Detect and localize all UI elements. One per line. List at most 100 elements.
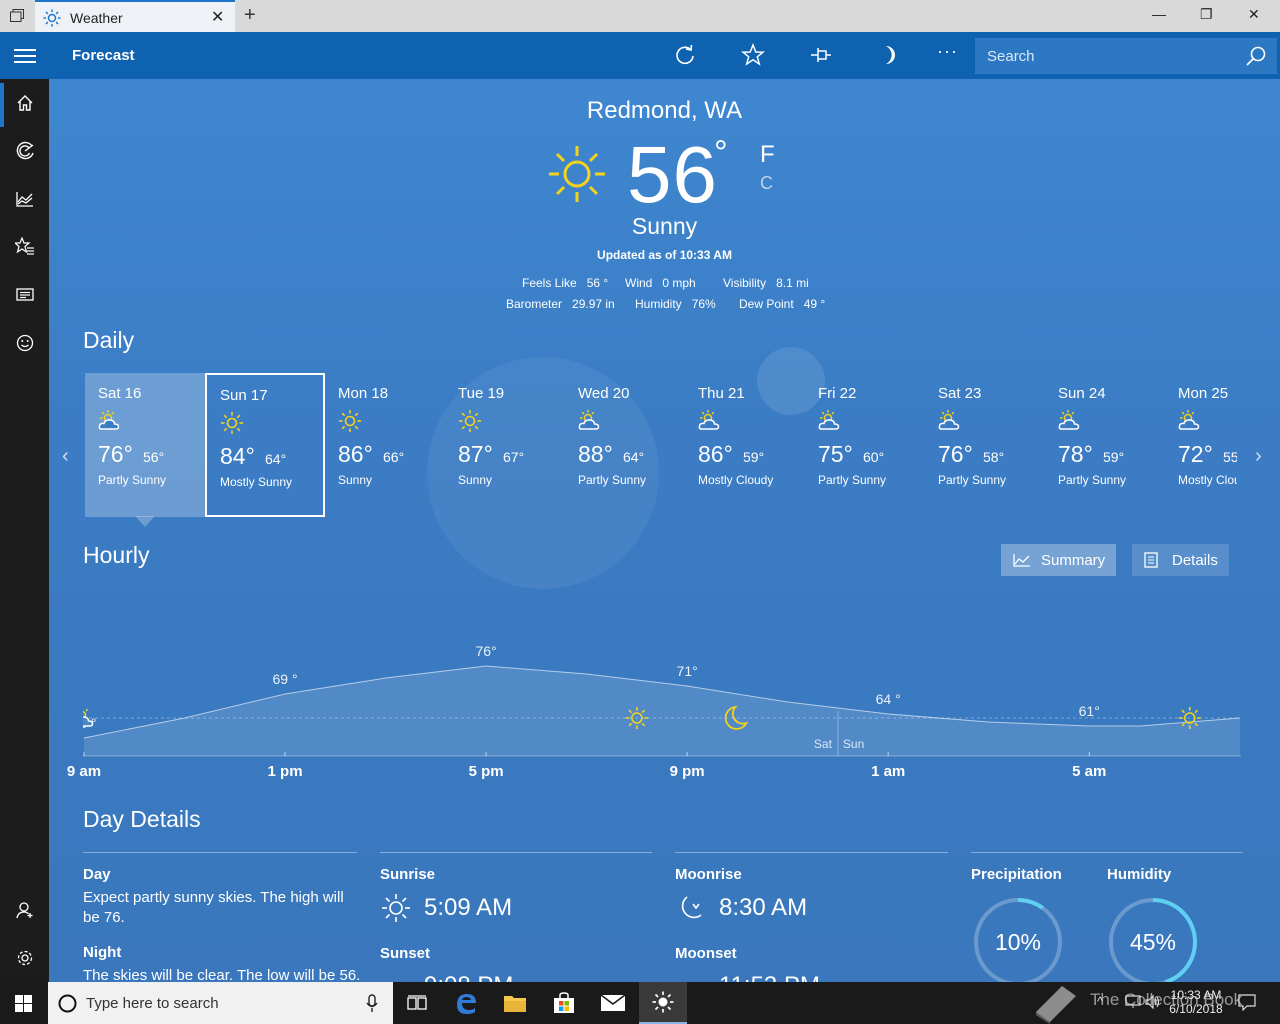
dark-mode-moon-icon[interactable] — [877, 43, 901, 67]
stat-value: 8.1 mi — [776, 276, 809, 290]
sunny-icon — [221, 412, 243, 434]
temperature-area — [84, 666, 1240, 756]
day-divider-left-label: Sat — [814, 737, 833, 751]
edge-app-button[interactable] — [442, 982, 490, 1024]
night-heading: Night — [83, 944, 122, 961]
partly-sunny-icon — [98, 410, 120, 430]
moonset-heading: Moonset — [675, 945, 737, 962]
partly-sunny-icon — [578, 410, 600, 430]
microphone-icon[interactable] — [366, 994, 378, 1013]
day-name: Sat 23 — [938, 385, 982, 402]
daily-prev-arrow[interactable]: ‹ — [62, 445, 69, 468]
daily-card-wed-20[interactable]: Wed 20 88° 64° Partly Sunny — [565, 373, 685, 517]
daily-next-arrow[interactable]: › — [1255, 445, 1262, 468]
day-low-temp: 59° — [743, 449, 765, 465]
daily-card-thu-21[interactable]: Thu 21 86° 59° Mostly Cloudy — [685, 373, 805, 517]
volume-icon[interactable] — [1145, 994, 1161, 1010]
app-header: Forecast ··· — [0, 32, 1280, 79]
sunny-icon — [459, 410, 481, 432]
network-icon[interactable] — [1125, 995, 1141, 1009]
day-name: Mon 18 — [338, 385, 389, 402]
pin-icon[interactable] — [809, 43, 833, 67]
details-label: Details — [1172, 551, 1218, 569]
visibility-stat: Visibility 8.1 mi — [723, 276, 809, 290]
daily-card-tue-19[interactable]: Tue 19 87° 67° Sunny — [445, 373, 565, 517]
favorite-star-icon[interactable] — [741, 43, 765, 67]
file-explorer-button[interactable] — [491, 982, 539, 1024]
partly-sunny-icon — [938, 410, 960, 430]
new-tab-button[interactable]: + — [244, 4, 256, 27]
day-condition: Mostly Sunny — [220, 475, 293, 489]
daily-section-title: Daily — [83, 327, 135, 353]
folder-icon — [504, 996, 526, 1012]
day-name: Thu 21 — [698, 385, 745, 402]
divider — [675, 852, 948, 853]
show-hidden-icons-chevron-icon[interactable]: ^ — [1097, 994, 1103, 1009]
maximize-button[interactable]: ❐ — [1200, 6, 1213, 23]
daily-card-mon-25[interactable]: Mon 25 72° 55° Mostly Clou — [1165, 373, 1237, 517]
notifications-icon[interactable] — [1238, 994, 1256, 1011]
tab-weather[interactable]: Weather ✕ — [35, 0, 235, 32]
store-app-button[interactable] — [540, 982, 588, 1024]
sidebar-item-forecast[interactable] — [0, 79, 49, 127]
radar-icon — [16, 141, 34, 160]
page-title: Forecast — [72, 47, 135, 64]
sidebar-item-account[interactable] — [0, 886, 49, 934]
hourly-temp-label: 69 ° — [273, 671, 298, 687]
search-input[interactable] — [975, 38, 1235, 74]
partly-sunny-icon — [1178, 410, 1200, 430]
humidity-value: 45% — [1129, 929, 1177, 955]
stat-label: Barometer — [506, 297, 563, 311]
hourly-temp-label: 76° — [476, 643, 497, 659]
minimize-button[interactable]: — — [1152, 6, 1166, 22]
historical-chart-icon — [15, 192, 33, 207]
sidebar-item-life[interactable] — [0, 319, 49, 367]
sidebar-item-historical[interactable] — [0, 175, 49, 223]
tabs-icon[interactable] — [10, 9, 24, 22]
sunrise-time: 5:09 AM — [424, 894, 513, 921]
tab-close-button[interactable]: ✕ — [211, 7, 224, 27]
selected-day-pointer — [135, 516, 155, 527]
more-icon[interactable]: ··· — [937, 41, 961, 65]
task-view-button[interactable] — [393, 982, 441, 1024]
unit-fahrenheit-toggle[interactable]: F — [760, 141, 775, 169]
unit-celsius-toggle[interactable]: C — [760, 173, 773, 194]
hamburger-menu-icon[interactable] — [14, 49, 36, 67]
document-icon — [1144, 552, 1158, 568]
mail-app-button[interactable] — [589, 982, 637, 1024]
day-details-title: Day Details — [83, 806, 201, 832]
close-window-button[interactable]: ✕ — [1248, 6, 1260, 23]
moonrise-heading: Moonrise — [675, 866, 742, 883]
sidebar-item-settings[interactable] — [0, 934, 49, 982]
daily-card-sun-24[interactable]: Sun 24 78° 59° Partly Sunny — [1045, 373, 1165, 517]
day-name: Mon 25 — [1178, 385, 1229, 402]
sunset-row-clipped: 9:08 PM — [380, 967, 660, 982]
location-name: Redmond, WA — [586, 97, 743, 124]
details-button[interactable]: Details — [1132, 544, 1229, 576]
day-high-temp: 88° — [578, 441, 613, 467]
refresh-icon[interactable] — [673, 43, 697, 67]
sunny-icon — [549, 146, 605, 202]
weather-app-button[interactable] — [639, 982, 687, 1024]
stat-label: Dew Point — [739, 297, 794, 311]
daily-card-mon-18[interactable]: Mon 18 86° 66° Sunny — [325, 373, 445, 517]
system-clock[interactable]: 10:33 AM 6/10/2018 — [1165, 988, 1227, 1016]
night-summary: The skies will be clear. The low will be… — [83, 967, 361, 982]
settings-icon — [17, 950, 32, 966]
daily-card-sun-17[interactable]: Sun 17 84° 64° Mostly Sunny — [205, 373, 325, 517]
day-high-temp: 76° — [938, 441, 973, 467]
day-high-temp: 72° — [1178, 441, 1213, 467]
sidebar-item-maps[interactable] — [0, 127, 49, 175]
day-high-temp: 78° — [1058, 441, 1093, 467]
daily-card-sat-23[interactable]: Sat 23 76° 58° Partly Sunny — [925, 373, 1045, 517]
taskbar-search-input[interactable] — [86, 982, 346, 1024]
search-icon[interactable] — [1245, 45, 1267, 67]
sidebar-item-news[interactable] — [0, 271, 49, 319]
summary-button[interactable]: Summary — [1001, 544, 1116, 576]
day-low-temp: 55° — [1223, 449, 1237, 465]
windows-start-icon[interactable] — [15, 995, 32, 1012]
sidebar-item-places[interactable] — [0, 223, 49, 271]
collection-book-logo-icon — [1036, 986, 1076, 1024]
daily-card-sat-16[interactable]: Sat 16 76° 56° Partly Sunny — [85, 373, 205, 517]
daily-card-fri-22[interactable]: Fri 22 75° 60° Partly Sunny — [805, 373, 925, 517]
